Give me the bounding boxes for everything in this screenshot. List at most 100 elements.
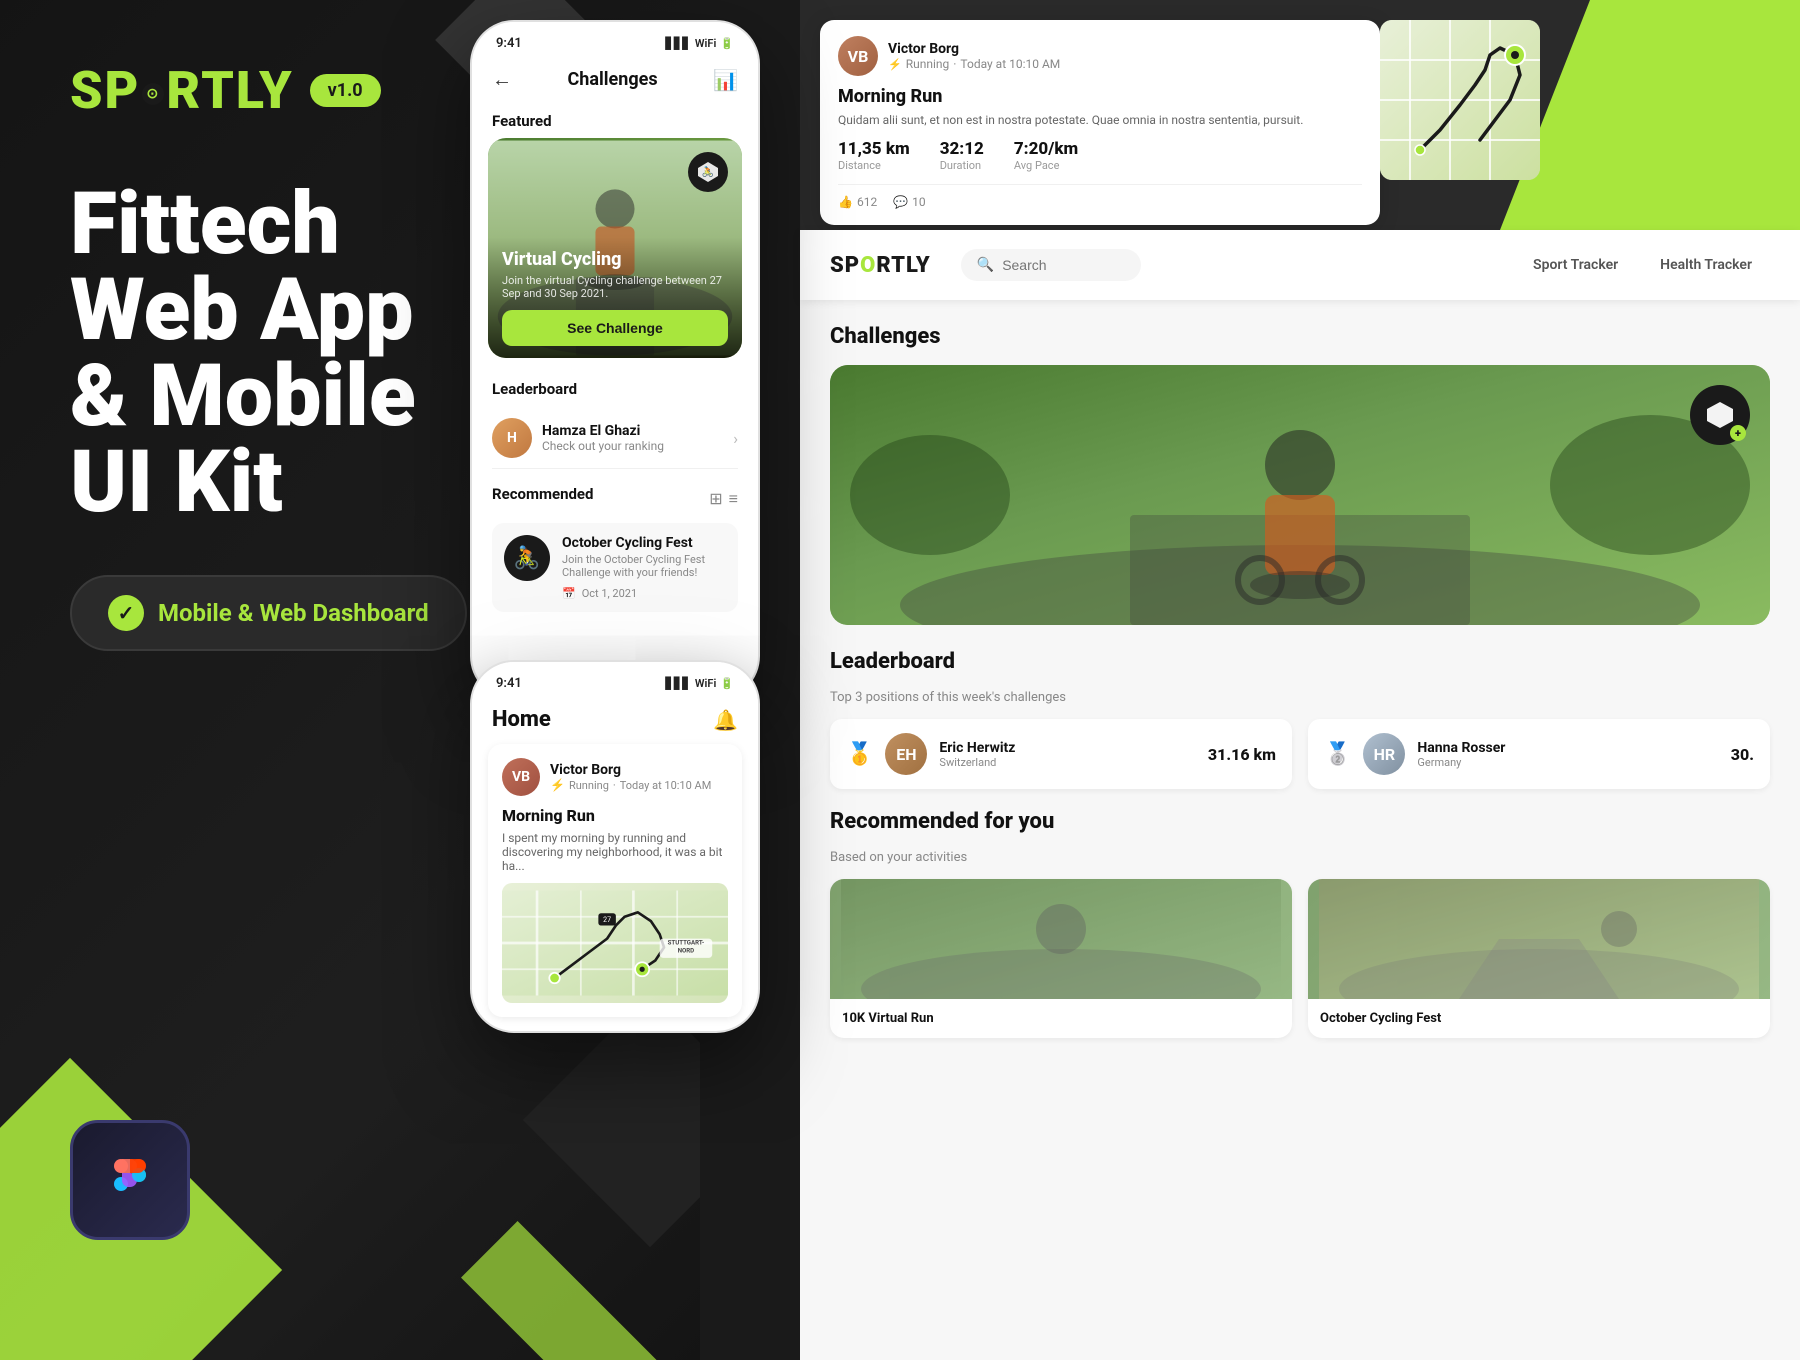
- version-badge: v1.0: [310, 74, 381, 107]
- activity-feed-card: VB Victor Borg ⚡ Running · Today at 10:1…: [820, 20, 1380, 225]
- featured-label: Featured: [472, 104, 758, 138]
- web-logo: SPORTLY: [830, 253, 931, 278]
- rec-view-icons[interactable]: ⊞ ≡: [709, 489, 738, 509]
- challenge-hero-image: 🚴 +: [830, 365, 1770, 625]
- lb-country-2: Germany: [1417, 756, 1505, 769]
- rec-web-body-1: 10K Virtual Run: [830, 999, 1292, 1038]
- lb-name: Hamza El Ghazi: [542, 423, 664, 439]
- rec-web-title-1: 10K Virtual Run: [842, 1011, 1280, 1026]
- activity-title: Morning Run: [502, 806, 728, 825]
- list-icon[interactable]: ≡: [729, 489, 738, 509]
- lb-name-2: Hanna Rosser: [1417, 740, 1505, 756]
- feed-user-name: Victor Borg: [888, 41, 1060, 57]
- activity-map: STUTTGART- NORD 27: [502, 883, 728, 1003]
- feed-description: Quidam alii sunt, et non est in nostra p…: [838, 113, 1362, 127]
- leaderboard-label: Leaderboard: [492, 380, 738, 398]
- feed-comment-action[interactable]: 💬 10: [893, 195, 925, 209]
- leaderboard-item[interactable]: H Hamza El Ghazi Check out your ranking …: [492, 408, 738, 469]
- battery-icon-2: 🔋: [720, 677, 734, 690]
- feed-user-meta: ⚡ Running · Today at 10:10 AM: [888, 57, 1060, 71]
- wifi-icon: WiFi: [695, 37, 716, 50]
- user-name: Victor Borg: [550, 762, 711, 778]
- lb-info-2: Hanna Rosser Germany: [1417, 740, 1505, 769]
- lb-distance-2: 30.: [1731, 745, 1754, 764]
- challenge-badge-icon: 🚴: [688, 152, 728, 192]
- battery-icon: 🔋: [720, 37, 734, 50]
- recommended-cards-row: 10K Virtual Run: [830, 879, 1770, 1038]
- lb-avatar-1: EH: [885, 733, 927, 775]
- figma-badge: [70, 1120, 190, 1240]
- featured-card: Virtual Cycling Join the virtual Cycling…: [488, 138, 742, 358]
- stat-distance: 11,35 km Distance: [838, 139, 910, 172]
- calendar-icon: 📅: [562, 587, 576, 600]
- featured-card-title: Virtual Cycling: [502, 249, 728, 270]
- home-title: Home: [492, 707, 551, 732]
- user-meta: ⚡ Running · Today at 10:10 AM: [550, 778, 711, 792]
- lb-avatar-2: HR: [1363, 733, 1405, 775]
- silver-medal-icon: 🥈: [1324, 742, 1351, 767]
- web-search-bar[interactable]: 🔍: [961, 249, 1141, 281]
- phone-header-challenges: ← Challenges 📊: [472, 59, 758, 104]
- green-deco-right: [1500, 0, 1800, 230]
- wifi-icon-2: WiFi: [695, 677, 716, 690]
- svg-text:NORD: NORD: [678, 948, 694, 955]
- leaderboard-subtitle: Top 3 positions of this week's challenge…: [830, 690, 1770, 705]
- comment-icon: 💬: [893, 195, 908, 209]
- web-navigation: SPORTLY 🔍 Sport Tracker Health Tracker: [800, 230, 1800, 300]
- rec-title: October Cycling Fest: [562, 535, 726, 551]
- stat-pace-label: Avg Pace: [1014, 159, 1078, 172]
- see-challenge-button[interactable]: See Challenge: [502, 310, 728, 346]
- leaderboard-web-section: Leaderboard Top 3 positions of this week…: [830, 649, 1770, 789]
- rec-web-card-2[interactable]: October Cycling Fest: [1308, 879, 1770, 1038]
- phone-status-bar-2: 9:41 ▋▋▋ WiFi 🔋: [472, 662, 758, 699]
- leaderboard-section-phone: Leaderboard H Hamza El Ghazi Check out y…: [472, 372, 758, 477]
- rec-web-body-2: October Cycling Fest: [1308, 999, 1770, 1038]
- svg-text:27: 27: [603, 916, 611, 924]
- lb-chevron-icon: ›: [733, 429, 738, 448]
- lb-distance-1: 31.16 km: [1208, 745, 1276, 764]
- status-icons-2: ▋▋▋ WiFi 🔋: [665, 677, 734, 690]
- running-icon: ⚡: [550, 778, 565, 792]
- recommended-sub: Based on your activities: [830, 850, 1770, 865]
- nav-health-tracker[interactable]: Health Tracker: [1642, 249, 1770, 281]
- leaderboard-web-title: Leaderboard: [830, 649, 1770, 674]
- grid-icon[interactable]: ⊞: [709, 489, 722, 509]
- rec-icon: 🚴: [504, 535, 550, 581]
- web-nav-items: Sport Tracker Health Tracker: [1515, 249, 1770, 281]
- rec-label: Recommended: [492, 485, 593, 503]
- phone-home-header: Home 🔔: [472, 699, 758, 744]
- rec-web-img-2: [1308, 879, 1770, 999]
- back-icon[interactable]: ←: [492, 67, 512, 92]
- rec-web-title-2: October Cycling Fest: [1320, 1011, 1758, 1026]
- feed-like-action[interactable]: 👍 612: [838, 195, 877, 209]
- stat-duration: 32:12 Duration: [940, 139, 984, 172]
- featured-overlay: Virtual Cycling Join the virtual Cycling…: [488, 237, 742, 358]
- challenge-badge-web: 🚴 +: [1690, 385, 1750, 445]
- rec-web-card-1[interactable]: 10K Virtual Run: [830, 879, 1292, 1038]
- stat-duration-value: 32:12: [940, 139, 984, 159]
- phone-time-1: 9:41: [496, 36, 522, 51]
- signal-icon-2: ▋▋▋: [665, 677, 690, 690]
- svg-text:STUTTGART-: STUTTGART-: [668, 940, 705, 947]
- search-input[interactable]: [1002, 257, 1122, 273]
- lb-info-1: Eric Herwitz Switzerland: [939, 740, 1015, 769]
- right-top-section: VB Victor Borg ⚡ Running · Today at 10:1…: [800, 0, 1800, 230]
- featured-card-sub: Join the virtual Cycling challenge betwe…: [502, 274, 728, 300]
- cta-button[interactable]: ✓ Mobile & Web Dashboard: [70, 575, 467, 651]
- web-main-content: Challenges: [800, 300, 1800, 1360]
- recommended-web-section: Recommended for you Based on your activi…: [830, 809, 1770, 1038]
- notification-bell-icon[interactable]: 🔔: [713, 708, 738, 732]
- feed-stats: 11,35 km Distance 32:12 Duration 7:20/km…: [838, 139, 1362, 172]
- gold-medal-icon: 🥇: [846, 742, 873, 767]
- activity-card: VB Victor Borg ⚡ Running · Today at 10:1…: [488, 744, 742, 1017]
- chart-icon[interactable]: 📊: [713, 68, 738, 92]
- nav-sport-tracker[interactable]: Sport Tracker: [1515, 249, 1636, 281]
- user-info: Victor Borg ⚡ Running · Today at 10:10 A…: [550, 762, 711, 792]
- figma-icon: [106, 1147, 154, 1213]
- lb-sub: Check out your ranking: [542, 439, 664, 453]
- rec-header: Recommended ⊞ ≡: [492, 485, 738, 513]
- stat-distance-value: 11,35 km: [838, 139, 910, 159]
- phone-frame-challenges: 9:41 ▋▋▋ WiFi 🔋 ← Challenges 📊 Featured: [470, 20, 760, 700]
- stat-distance-label: Distance: [838, 159, 910, 172]
- feed-avatar: VB: [838, 36, 878, 76]
